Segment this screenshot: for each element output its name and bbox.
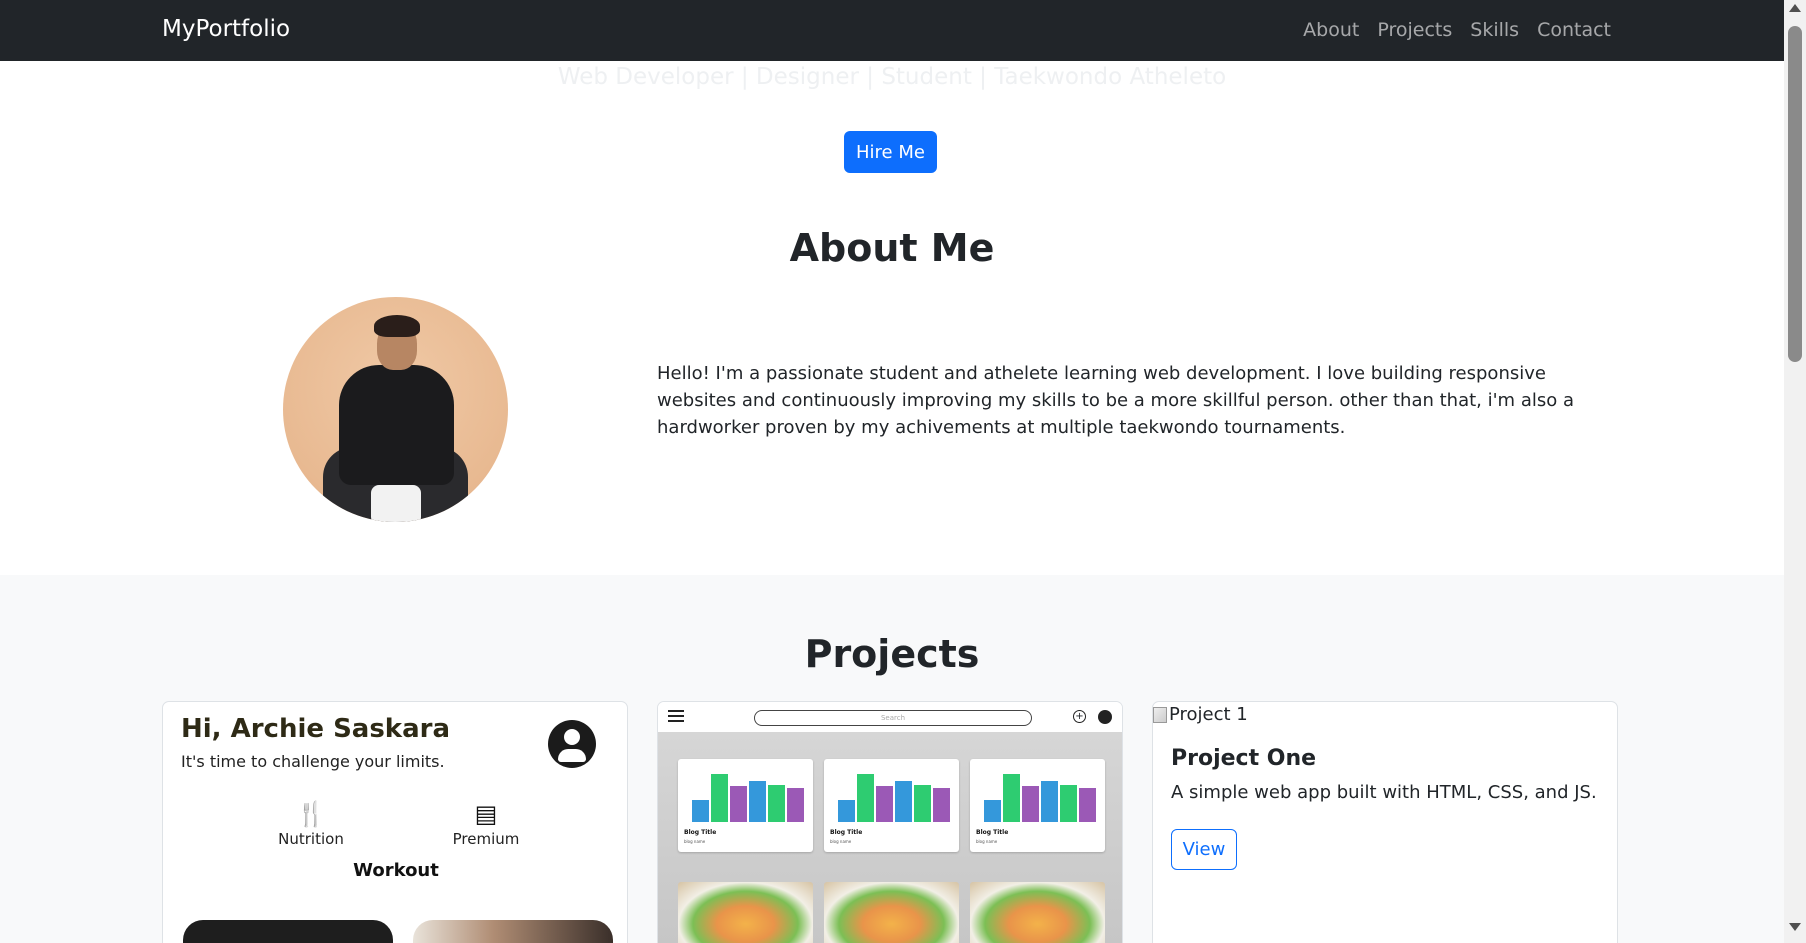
brand-link[interactable]: MyPortfolio [162, 16, 290, 42]
view-project-button[interactable]: View [1171, 829, 1237, 870]
blog-card-sub: blog name [684, 839, 706, 844]
hero-tagline: Web Developer | Designer | Student | Tae… [557, 64, 1227, 90]
photo-hair [374, 315, 420, 337]
nav-link-contact[interactable]: Contact [1537, 19, 1611, 41]
nutrition-label: Nutrition [278, 830, 344, 848]
projects-section: Projects Hi, Archie Saskara It's time to… [0, 575, 1784, 943]
workout-thumb-2 [413, 920, 613, 943]
blog-card-title: Blog Title [684, 829, 717, 836]
profile-photo [283, 297, 508, 522]
blog-card: Blog Title blog name [824, 759, 959, 852]
blog-card: Blog Title blog name [970, 759, 1105, 852]
mock-grid: Blog Title blog name Blog Title blog nam… [658, 732, 1122, 943]
fork-knife-icon: 🍴 [296, 800, 326, 828]
mock-greeting: Hi, Archie Saskara [181, 714, 451, 744]
broken-image-alt: Project 1 [1169, 704, 1248, 725]
workout-heading: Workout [353, 860, 439, 881]
about-title: About Me [789, 226, 995, 270]
food-image [824, 882, 959, 943]
project-title: Project One [1171, 746, 1317, 771]
mock-subtitle: It's time to challenge your limits. [181, 752, 445, 771]
scroll-up-arrow-icon[interactable] [1789, 4, 1801, 12]
mini-chart [692, 774, 804, 822]
broken-image-icon [1153, 706, 1167, 723]
project-card-fitness[interactable]: Hi, Archie Saskara It's time to challeng… [162, 701, 628, 943]
blog-card-title: Blog Title [976, 829, 1009, 836]
mini-chart [838, 774, 950, 822]
projects-title: Projects [804, 632, 980, 676]
blog-card: Blog Title blog name [678, 759, 813, 852]
food-image [678, 882, 813, 943]
premium-icon: ▤ [474, 800, 498, 828]
nav-link-skills[interactable]: Skills [1470, 19, 1519, 41]
user-icon [1098, 710, 1112, 724]
premium-label: Premium [452, 830, 520, 848]
photo-seat [371, 485, 421, 522]
page: MyPortfolio About Projects Skills Contac… [0, 0, 1784, 943]
project-card-one: Project 1 Project One A simple web app b… [1152, 701, 1618, 943]
user-avatar-icon [548, 720, 596, 768]
mini-chart [984, 774, 1096, 822]
mock-search: Search [754, 710, 1032, 726]
nav-link-about[interactable]: About [1303, 19, 1359, 41]
project-description: A simple web app built with HTML, CSS, a… [1171, 782, 1597, 803]
add-icon: + [1073, 710, 1086, 723]
project-card-blog[interactable]: Search + Blog Title blog name Blog Title [657, 701, 1123, 943]
nav-link-projects[interactable]: Projects [1377, 19, 1452, 41]
broken-image: Project 1 [1153, 704, 1248, 725]
blog-card-sub: blog name [830, 839, 852, 844]
nav-links: About Projects Skills Contact [1303, 19, 1611, 41]
blog-card-sub: blog name [976, 839, 998, 844]
navbar: MyPortfolio About Projects Skills Contac… [0, 0, 1784, 61]
page-scrollbar[interactable] [1784, 0, 1806, 943]
scroll-down-arrow-icon[interactable] [1789, 923, 1801, 931]
about-text: Hello! I'm a passionate student and athe… [657, 363, 1574, 438]
hamburger-icon [668, 710, 684, 712]
mock-topbar: Search + [658, 702, 1122, 733]
blog-card-title: Blog Title [830, 829, 863, 836]
food-image [970, 882, 1105, 943]
workout-thumb-1 [183, 920, 393, 943]
hire-me-button[interactable]: Hire Me [844, 131, 937, 173]
scroll-thumb[interactable] [1788, 26, 1802, 362]
photo-jacket [339, 365, 454, 485]
